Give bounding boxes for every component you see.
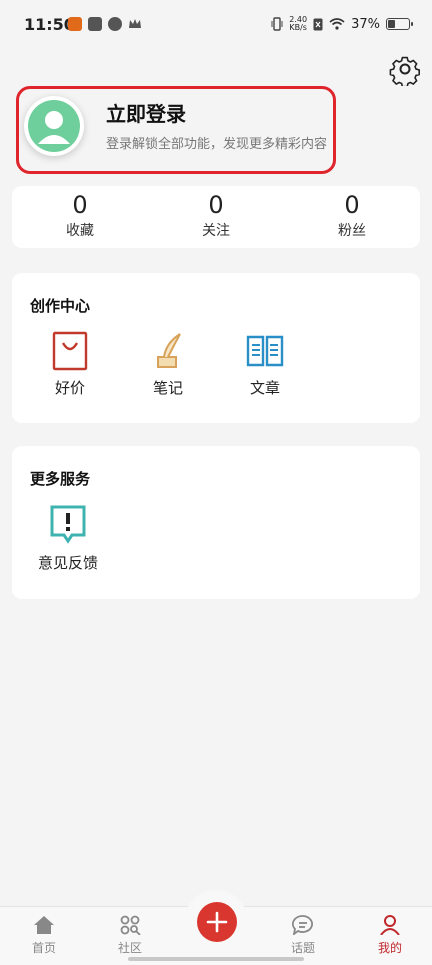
inbox-notification-icon <box>88 17 102 31</box>
crown-icon <box>129 19 141 28</box>
tab-home[interactable]: 首页 <box>14 915 74 956</box>
stat-label: 收藏 <box>66 223 94 239</box>
chat-bubble-icon <box>292 915 313 935</box>
creation-center-card: 创作中心 好价 笔记 文章 <box>12 273 420 423</box>
quill-ink-icon <box>157 333 181 368</box>
stats-bar: 0 收藏 0 关注 0 粉丝 <box>12 186 420 248</box>
check-notification-icon <box>108 17 122 31</box>
app-notification-icon <box>68 17 82 31</box>
shopping-bag-icon <box>52 331 88 371</box>
vibrate-icon <box>271 17 283 31</box>
tab-label: 社区 <box>117 941 142 955</box>
stat-value: 0 <box>208 191 224 219</box>
stat-label: 关注 <box>202 223 230 239</box>
tool-deal[interactable]: 好价 <box>30 331 110 398</box>
tool-note[interactable]: 笔记 <box>128 331 208 398</box>
create-post-button[interactable] <box>197 902 237 942</box>
tool-article[interactable]: 文章 <box>225 331 305 398</box>
stat-fans[interactable]: 0 粉丝 <box>284 186 420 248</box>
battery-icon <box>386 18 413 30</box>
stat-value: 0 <box>72 191 88 219</box>
creation-center-title: 创作中心 <box>30 297 91 315</box>
more-services-title: 更多服务 <box>30 470 91 488</box>
tab-community[interactable]: 社区 <box>100 915 160 956</box>
tool-label: 文章 <box>249 379 280 397</box>
stat-favorites[interactable]: 0 收藏 <box>12 186 148 248</box>
tab-label: 我的 <box>377 941 402 955</box>
tool-label: 好价 <box>54 379 85 397</box>
default-avatar-icon <box>28 100 80 152</box>
wifi-icon <box>329 18 345 30</box>
tab-label: 首页 <box>31 941 56 955</box>
settings-gear-icon[interactable] <box>388 52 422 86</box>
home-icon <box>34 916 54 934</box>
avatar[interactable] <box>24 96 84 156</box>
login-subtitle: 登录解锁全部功能，发现更多精彩内容 <box>106 137 328 152</box>
plus-icon <box>206 911 228 933</box>
tab-topics[interactable]: 话题 <box>273 915 333 956</box>
stat-value: 0 <box>344 191 360 219</box>
status-bar: 11:50 2.40 KB/s 37% <box>0 0 432 52</box>
home-indicator[interactable] <box>128 957 304 961</box>
no-sim-icon <box>313 18 323 30</box>
login-title[interactable]: 立即登录 <box>106 98 186 127</box>
tab-label: 话题 <box>290 941 315 955</box>
more-services-card: 更多服务 意见反馈 <box>12 446 420 599</box>
community-icon <box>120 915 141 935</box>
tool-label: 意见反馈 <box>37 554 98 572</box>
stat-label: 粉丝 <box>338 223 366 239</box>
tool-label: 笔记 <box>152 379 183 397</box>
open-book-icon <box>246 335 284 367</box>
battery-percent: 37% <box>351 16 380 32</box>
tab-mine[interactable]: 我的 <box>360 915 420 956</box>
network-speed: 2.40 KB/s <box>289 15 308 32</box>
person-icon <box>380 915 400 935</box>
tool-feedback[interactable]: 意见反馈 <box>28 504 108 573</box>
notification-icons <box>68 17 142 31</box>
feedback-icon <box>50 505 86 544</box>
stat-following[interactable]: 0 关注 <box>148 186 284 248</box>
